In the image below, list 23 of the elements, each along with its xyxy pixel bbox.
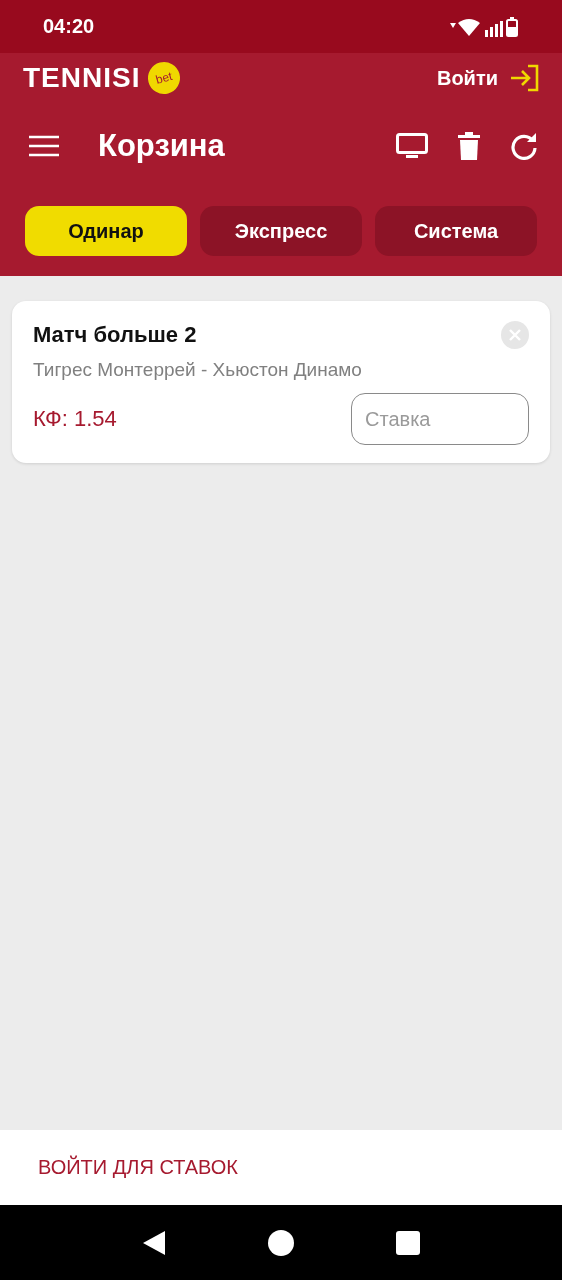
login-button[interactable]: Войти — [436, 64, 540, 92]
trash-icon[interactable] — [458, 132, 480, 160]
odds-value: КФ: 1.54 — [33, 406, 117, 432]
page-title: Корзина — [98, 128, 226, 164]
bet-type-tab[interactable]: Одинар — [25, 206, 187, 256]
back-icon[interactable] — [142, 1229, 166, 1256]
home-icon[interactable] — [268, 1229, 294, 1256]
signal-icon — [485, 20, 503, 37]
status-time: 04:20 — [43, 15, 95, 38]
refresh-icon[interactable] — [510, 132, 538, 160]
login-to-bet-button[interactable]: ВОЙТИ ДЛЯ СТАВОК — [38, 1156, 238, 1179]
battery-icon — [506, 16, 518, 37]
bet-type-tab[interactable]: Система — [375, 206, 537, 256]
stake-field[interactable]: Ставка — [351, 393, 529, 445]
bet-type-tab[interactable]: Экспресс — [200, 206, 362, 256]
monitor-icon[interactable] — [396, 133, 428, 159]
recents-icon[interactable] — [396, 1230, 420, 1255]
menu-icon[interactable] — [29, 135, 59, 157]
login-icon — [510, 64, 540, 92]
market-name: Матч больше 2 — [33, 322, 197, 348]
event-name: Тигрес Монтеррей - Хьюстон Динамо — [33, 359, 363, 381]
wifi-icon — [450, 16, 482, 37]
logo-text: TENNISI — [23, 62, 141, 94]
